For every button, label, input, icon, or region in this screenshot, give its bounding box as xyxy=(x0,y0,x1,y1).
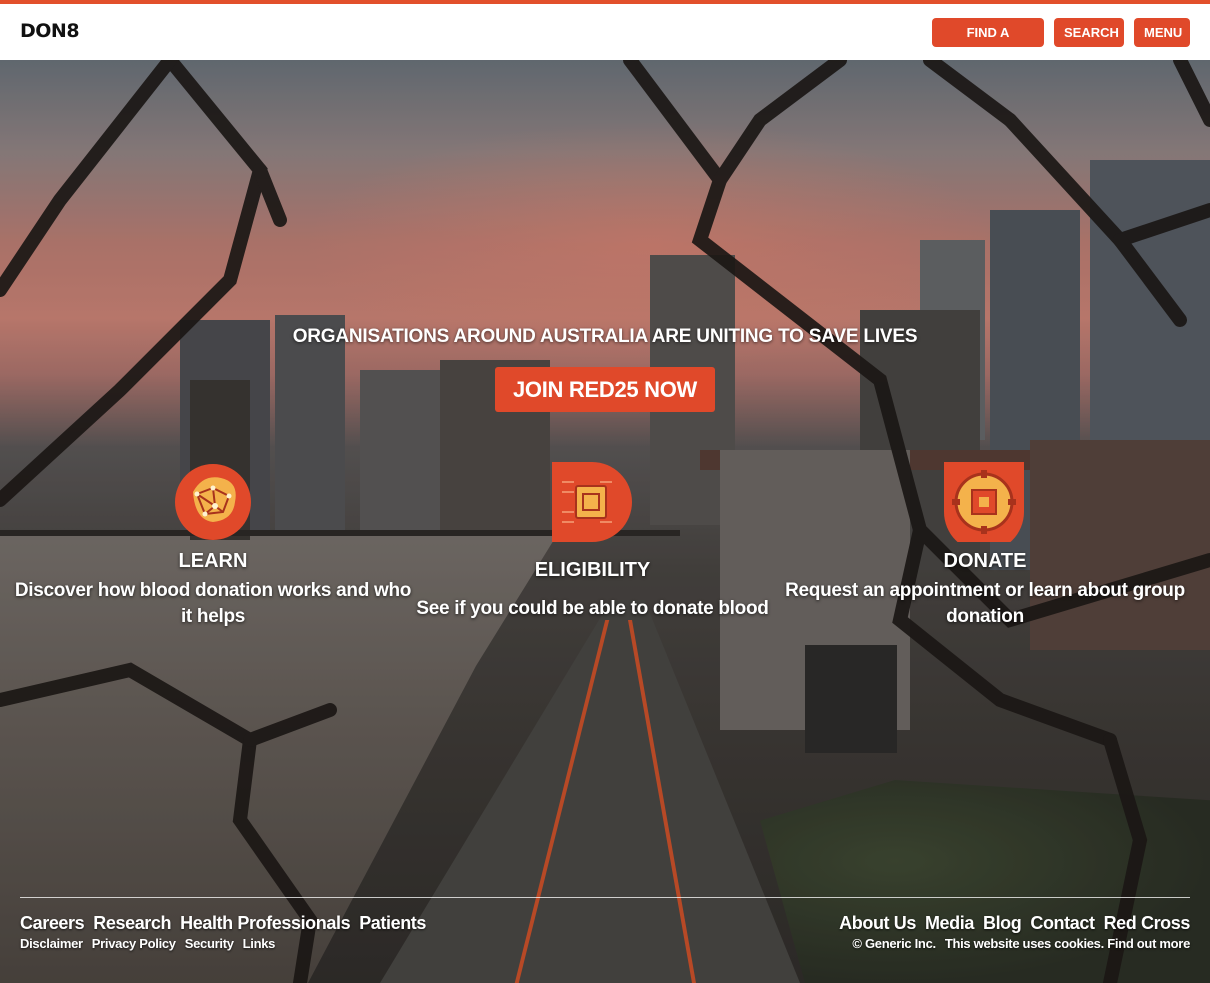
footer-link-security[interactable]: Security xyxy=(185,936,234,951)
footer-link-about-us[interactable]: About Us xyxy=(839,913,916,934)
site-logo[interactable]: DON8 xyxy=(20,20,80,42)
footer-link-patients[interactable]: Patients xyxy=(359,913,426,934)
gear-chip-icon xyxy=(944,462,1024,542)
site-header: DON8 FIND A CENTRE SEARCH MENU xyxy=(0,4,1210,69)
feature-learn[interactable]: LEARN Discover how blood donation works … xyxy=(13,460,413,640)
footer-link-media[interactable]: Media xyxy=(925,913,974,934)
hero-tagline: ORGANISATIONS AROUND AUSTRALIA ARE UNITI… xyxy=(292,326,918,347)
feature-learn-title: LEARN xyxy=(178,550,248,572)
hero-section: ORGANISATIONS AROUND AUSTRALIA ARE UNITI… xyxy=(0,60,1210,983)
copyright-text: © Generic Inc. xyxy=(852,936,936,951)
feature-donate-title: DONATE xyxy=(943,550,1027,572)
feature-donate-description: Request an appointment or learn about gr… xyxy=(785,580,1185,627)
find-a-centre-button[interactable]: FIND A CENTRE xyxy=(932,18,1044,69)
footer-link-careers[interactable]: Careers xyxy=(20,913,85,934)
footer-link-links[interactable]: Links xyxy=(243,936,276,951)
footer-link-red-cross[interactable]: Red Cross xyxy=(1104,913,1191,934)
cookie-notice-link[interactable]: This website uses cookies. Find out more xyxy=(945,936,1190,951)
footer-divider xyxy=(20,897,1190,898)
feature-donate[interactable]: DONATE Request an appointment or learn a… xyxy=(785,460,1185,640)
footer-link-disclaimer[interactable]: Disclaimer xyxy=(20,936,83,951)
feature-eligibility-description: See if you could be able to donate blood xyxy=(416,598,769,619)
search-button[interactable]: SEARCH xyxy=(1054,18,1124,47)
footer-primary-nav-right: About Us Media Blog Contact Red Cross xyxy=(839,913,1190,934)
footer-legal: © Generic Inc. This website uses cookies… xyxy=(852,936,1190,951)
footer-link-contact[interactable]: Contact xyxy=(1030,913,1095,934)
join-red25-button[interactable]: JOIN RED25 NOW xyxy=(495,367,715,412)
footer-link-research[interactable]: Research xyxy=(93,913,171,934)
chip-icon xyxy=(552,462,632,542)
feature-eligibility[interactable]: ELIGIBILITY See if you could be able to … xyxy=(405,460,780,640)
footer-primary-nav-left: Careers Research Health Professionals Pa… xyxy=(20,913,426,934)
footer-secondary-nav: Disclaimer Privacy Policy Security Links xyxy=(20,936,275,951)
feature-learn-description: Discover how blood donation works and wh… xyxy=(14,580,412,627)
brain-circuit-icon xyxy=(175,464,251,540)
footer-link-health-professionals[interactable]: Health Professionals xyxy=(180,913,350,934)
footer-link-blog[interactable]: Blog xyxy=(983,913,1022,934)
menu-button[interactable]: MENU xyxy=(1134,18,1190,47)
feature-eligibility-title: ELIGIBILITY xyxy=(534,559,651,581)
footer-link-privacy-policy[interactable]: Privacy Policy xyxy=(92,936,176,951)
